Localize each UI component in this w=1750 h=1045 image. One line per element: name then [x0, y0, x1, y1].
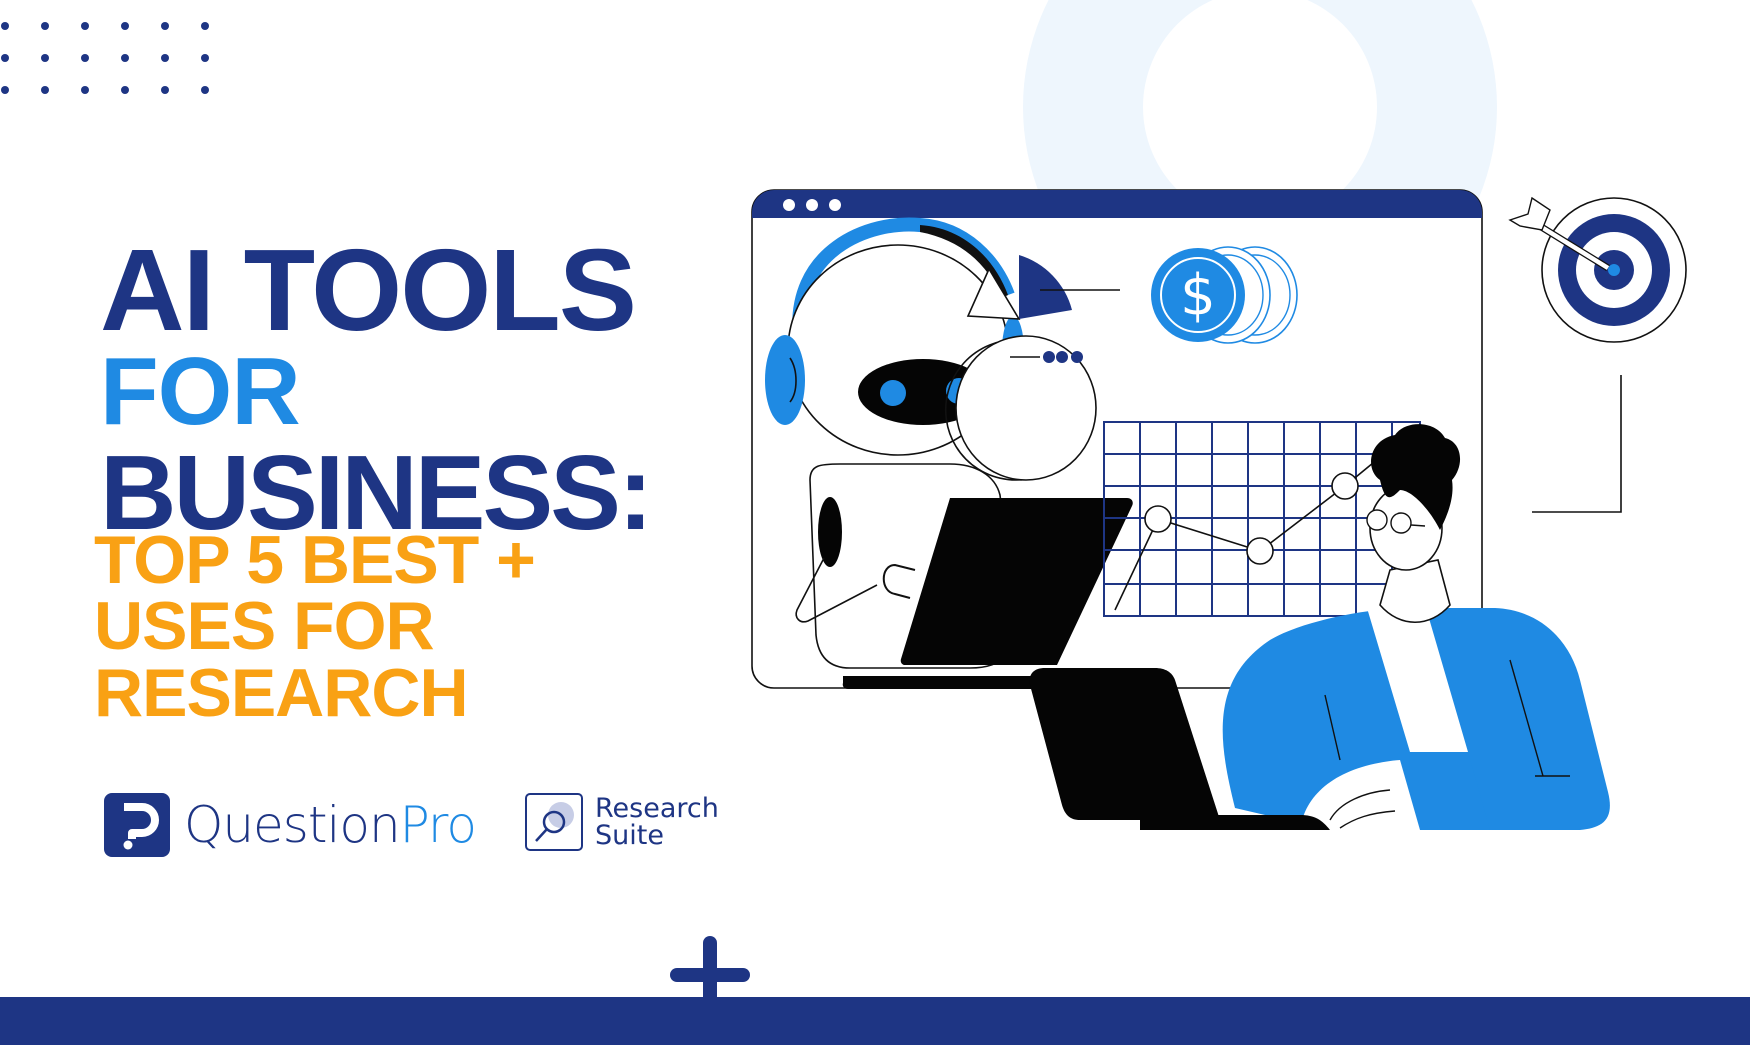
dot-decoration	[41, 86, 49, 94]
questionpro-wordmark-question: Question	[184, 796, 401, 854]
subheadline-line-3: RESEARCH	[94, 655, 469, 731]
headline-line-2: FOR	[100, 338, 301, 445]
dot-grid-decoration	[1, 22, 209, 94]
dot-decoration	[121, 54, 129, 62]
questionpro-mark-icon	[104, 793, 170, 857]
research-suite-line-1: Research	[595, 793, 719, 824]
dot-decoration	[201, 54, 209, 62]
bottom-bar	[0, 997, 1750, 1045]
subheadline-line-1: TOP 5 BEST +	[94, 522, 536, 598]
browser-titlebar	[752, 190, 1482, 218]
subheadline-line-2: USES FOR	[94, 588, 435, 664]
dot-decoration	[161, 86, 169, 94]
dot-decoration	[1, 86, 9, 94]
dot-decoration	[201, 22, 209, 30]
headphone-left-icon	[765, 335, 805, 425]
window-dot-icon	[806, 199, 818, 211]
dot-decoration	[1, 22, 9, 30]
ai-business-illustration: $	[751, 189, 1687, 830]
questionpro-wordmark-pro: Pro	[399, 796, 477, 854]
headline-line-1: AI TOOLS	[100, 225, 637, 355]
window-dot-icon	[783, 199, 795, 211]
robot-eye-icon	[880, 380, 906, 406]
research-suite-wordmark: Research Suite	[595, 795, 719, 849]
coin-stack-icon: $	[1151, 246, 1298, 344]
questionpro-wordmark: QuestionPro	[184, 796, 477, 854]
dot-decoration	[81, 22, 89, 30]
dot-decoration	[161, 54, 169, 62]
plus-decoration-icon	[670, 968, 750, 982]
target-icon	[1508, 196, 1687, 513]
research-suite-logo: Research Suite	[525, 793, 719, 851]
dot-decoration	[121, 22, 129, 30]
window-dot-icon	[829, 199, 841, 211]
dollar-icon: $	[1180, 263, 1216, 328]
research-suite-line-2: Suite	[595, 820, 664, 851]
dot-decoration	[121, 86, 129, 94]
dot-decoration	[81, 54, 89, 62]
dot-decoration	[41, 22, 49, 30]
dot-decoration	[81, 86, 89, 94]
questionpro-logo: QuestionPro	[104, 793, 477, 857]
dot-decoration	[41, 54, 49, 62]
dot-decoration	[161, 22, 169, 30]
dot-decoration	[1, 54, 9, 62]
magnifier-icon	[525, 793, 583, 851]
dot-decoration	[201, 86, 209, 94]
